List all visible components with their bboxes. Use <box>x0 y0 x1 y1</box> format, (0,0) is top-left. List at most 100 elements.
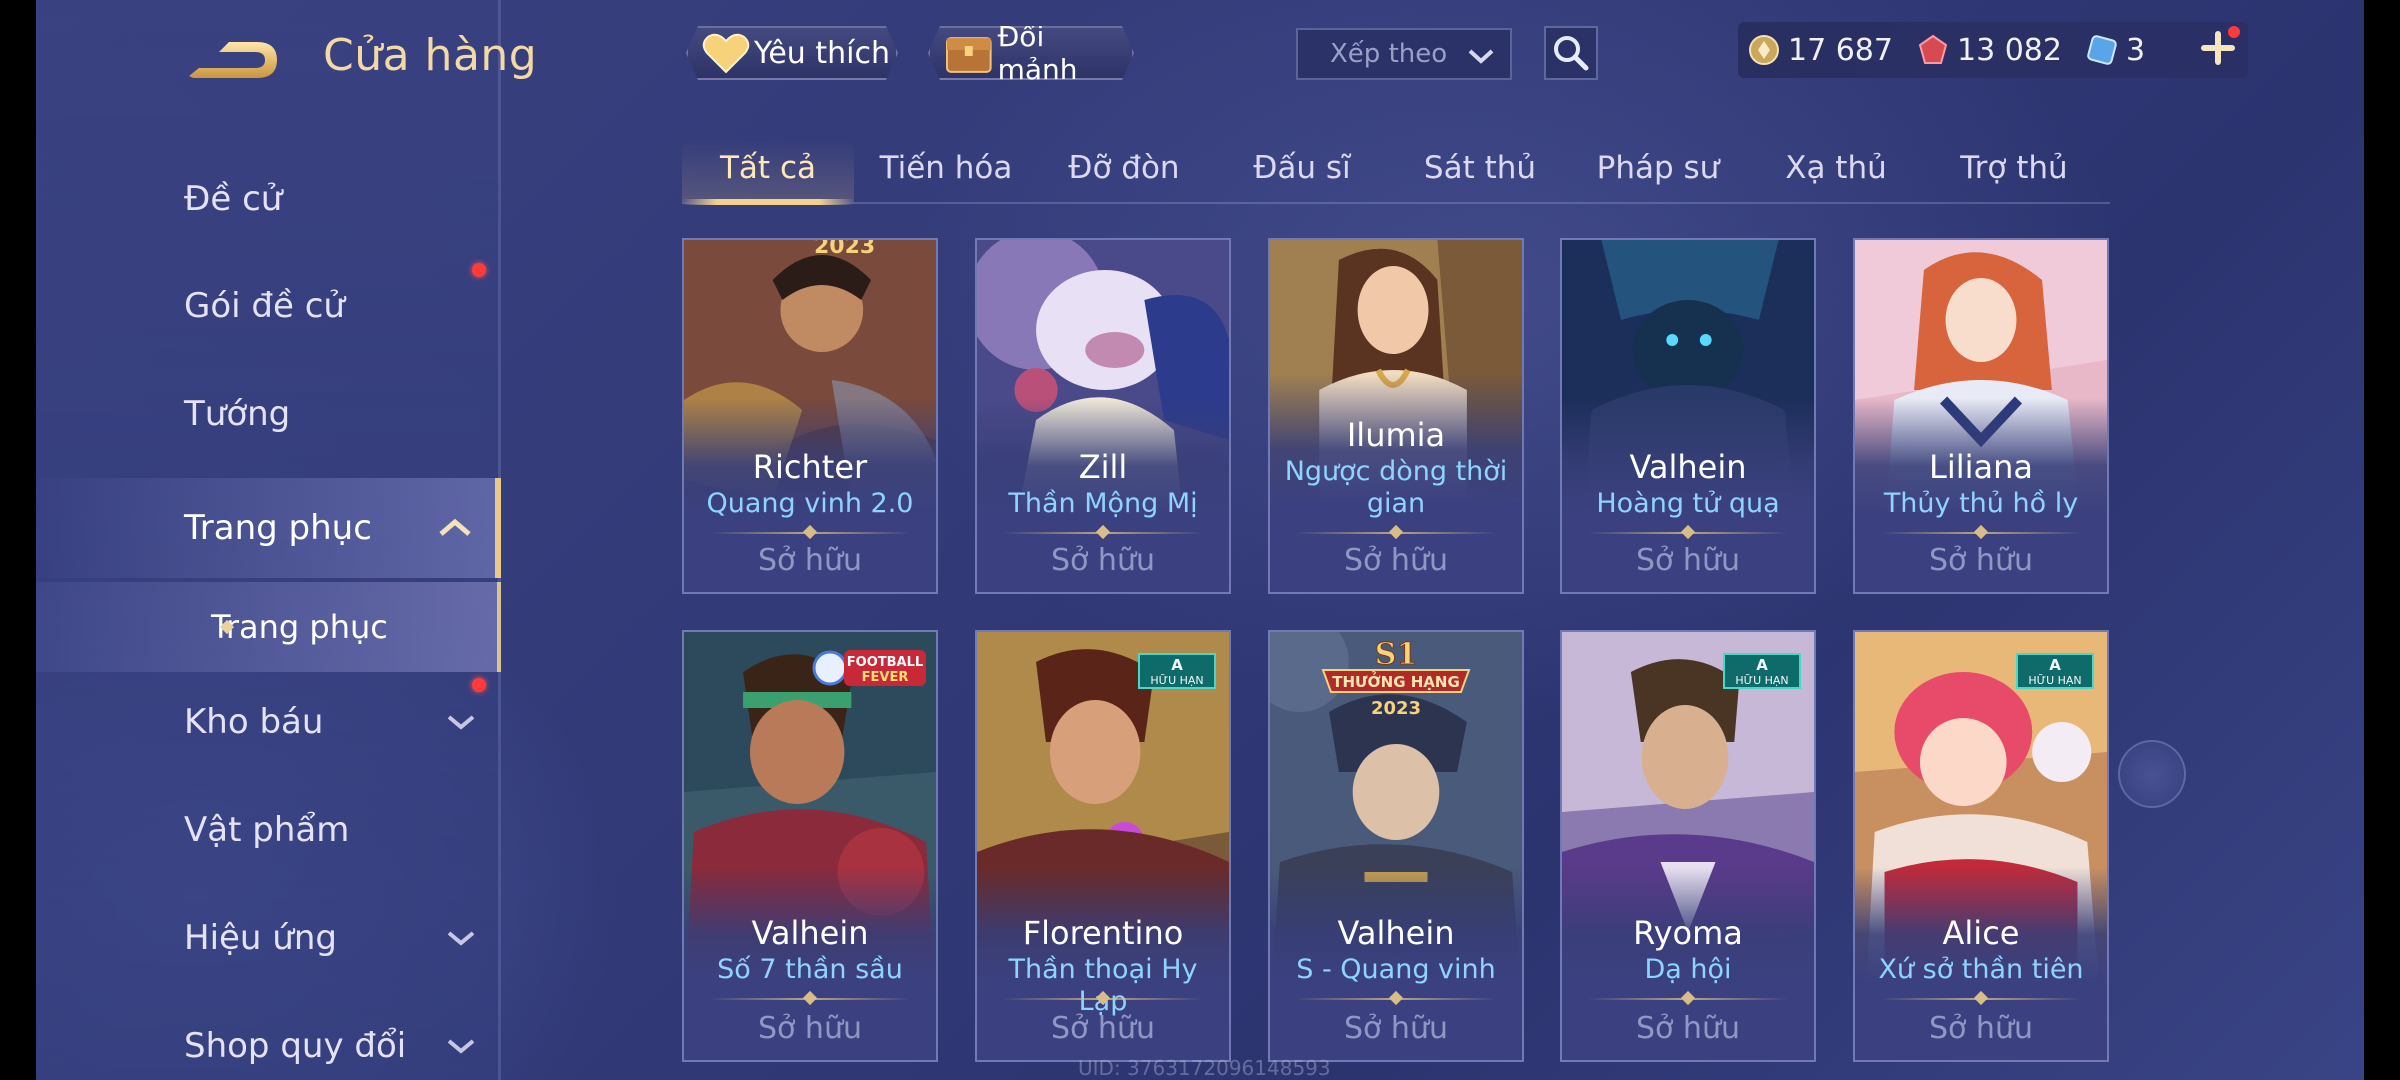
card-divider <box>1003 998 1203 1000</box>
skin-card[interactable]: A HỮU HẠN Alice Xứ sở thần tiên Sở hữu <box>1853 630 2109 1062</box>
badge-year: 2023 <box>1371 698 1421 719</box>
hero-name: Alice <box>1942 914 2020 952</box>
sidebar-item-skins[interactable]: Trang phục <box>36 478 501 578</box>
badge-letter: A <box>2049 656 2061 674</box>
skin-card[interactable]: Liliana Thủy thủ hồ ly Sở hữu <box>1853 238 2109 594</box>
chevron-down-icon <box>447 931 475 946</box>
search-button[interactable] <box>1544 26 1598 80</box>
back-arrow-icon <box>189 42 277 78</box>
exchange-label: Đổi mảnh <box>997 20 1078 86</box>
add-currency-button[interactable] <box>2196 26 2240 70</box>
tab-fighter[interactable]: Đấu sĩ <box>1216 140 1388 202</box>
owned-status: Sở hữu <box>1929 1011 2033 1046</box>
hero-name: Florentino <box>1022 914 1184 952</box>
tab-tank[interactable]: Đỡ đòn <box>1038 140 1210 202</box>
badge-letter: A <box>1171 656 1183 674</box>
owned-status: Sở hữu <box>758 1011 862 1046</box>
skin-card[interactable]: 2023 Richter Quang vinh 2.0 Sở hữu <box>682 238 938 594</box>
notification-dot <box>472 263 486 277</box>
active-tab-underline <box>682 199 854 205</box>
skin-card[interactable]: Zill Thần Mộng Mị Sở hữu <box>975 238 1231 594</box>
screen-edge-left <box>0 0 36 1080</box>
ticket-amount: 3 <box>2125 32 2146 68</box>
skin-card[interactable]: S1 THƯỞNG HẠNG 2023 Valhein S - Quang vi… <box>1268 630 1524 1062</box>
sort-placeholder: Xếp theo <box>1330 39 1448 69</box>
limited-badge: A HỮU HẠN <box>1138 653 1216 689</box>
gold-coin-icon <box>1749 35 1779 65</box>
floating-assist-button[interactable] <box>2118 740 2186 808</box>
search-icon <box>1554 36 1589 71</box>
owned-status: Sở hữu <box>1929 543 2033 578</box>
sidebar-item-label: Kho báu <box>184 702 324 742</box>
card-divider <box>1296 998 1496 1000</box>
skin-name: S - Quang vinh <box>1296 954 1496 985</box>
tab-marksman[interactable]: Xạ thủ <box>1750 140 1922 202</box>
heart-icon <box>702 32 750 74</box>
tab-mage[interactable]: Pháp sư <box>1572 140 1744 202</box>
skin-name: Số 7 thần sầu <box>717 954 903 985</box>
sidebar-item-recommended-packs[interactable]: Gói đề cử <box>36 262 501 350</box>
skin-card[interactable]: A HỮU HẠN Florentino Thần thoại Hy Lạp S… <box>975 630 1231 1062</box>
sidebar-item-treasure[interactable]: Kho báu <box>36 678 501 766</box>
tab-evolution[interactable]: Tiến hóa <box>860 140 1032 202</box>
sidebar-subitem-skins[interactable]: Trang phục <box>36 582 501 672</box>
skin-name: Xứ sở thần tiên <box>1878 954 2084 985</box>
chevron-down-icon <box>447 1039 475 1054</box>
currency-bar: 17 687 13 082 3 <box>1738 22 2248 78</box>
card-divider <box>1296 532 1496 534</box>
voucher-amount: 13 082 <box>1956 32 2062 68</box>
card-divider <box>1588 998 1788 1000</box>
hero-name: Richter <box>752 448 868 486</box>
badge-letter: A <box>1756 656 1768 674</box>
owned-status: Sở hữu <box>1051 543 1155 578</box>
sidebar-item-effects[interactable]: Hiệu ứng <box>36 894 501 982</box>
sidebar-item-exchange-shop[interactable]: Shop quy đổi <box>36 1002 501 1080</box>
sidebar-item-heroes[interactable]: Tướng <box>36 370 501 458</box>
sidebar-item-label: Đề cử <box>184 179 283 219</box>
skin-name: Ngược dòng thời gian <box>1284 456 1508 519</box>
owned-status: Sở hữu <box>1051 1011 1155 1046</box>
sort-dropdown[interactable]: Xếp theo <box>1296 28 1512 80</box>
football-fever-badge: FOOTBALL FEVER <box>812 650 926 686</box>
sidebar-item-label: Trang phục <box>211 608 388 646</box>
hero-name: Zill <box>1078 448 1128 486</box>
badge-text: HỮU HẠN <box>2028 674 2081 687</box>
tab-all[interactable]: Tất cả <box>682 140 854 202</box>
owned-status: Sở hữu <box>1636 1011 1740 1046</box>
chevron-up-icon <box>439 518 471 536</box>
user-id: UID: 3763172096148593 <box>1078 1056 1331 1080</box>
owned-status: Sở hữu <box>1344 543 1448 578</box>
hero-name: Ryoma <box>1633 914 1743 952</box>
screen-edge-right <box>2364 0 2400 1080</box>
limited-badge: A HỮU HẠN <box>1723 653 1801 689</box>
sidebar-item-label: Hiệu ứng <box>184 918 337 958</box>
skin-card[interactable]: Valhein Hoàng tử quạ Sở hữu <box>1560 238 1816 594</box>
tab-support[interactable]: Trợ thủ <box>1928 140 2100 202</box>
skin-name: Thần thoại Hy Lạp <box>1008 954 1198 1017</box>
hero-name: Ilumia <box>1346 416 1446 454</box>
hero-name: Valhein <box>1629 448 1747 486</box>
year-badge: 2023 <box>814 238 876 259</box>
hero-name: Liliana <box>1929 448 2033 486</box>
card-divider <box>1881 998 2081 1000</box>
ticket-currency: 3 <box>2086 33 2145 68</box>
exchange-fragments-button[interactable]: Đổi mảnh <box>928 26 1134 80</box>
skin-card[interactable]: A HỮU HẠN Ryoma Dạ hội Sở hữu <box>1560 630 1816 1062</box>
sidebar-item-recommended[interactable]: Đề cử <box>36 155 501 243</box>
sidebar-item-items[interactable]: Vật phẩm <box>36 786 501 874</box>
tab-assassin[interactable]: Sát thủ <box>1394 140 1566 202</box>
badge-line-1: FOOTBALL <box>847 655 923 670</box>
skin-name: Quang vinh 2.0 <box>706 488 914 519</box>
back-button[interactable] <box>185 32 281 88</box>
gold-currency: 17 687 <box>1748 33 1893 68</box>
sidebar-item-label: Vật phẩm <box>184 810 350 850</box>
chevron-down-icon <box>447 715 475 730</box>
hero-name: Valhein <box>751 914 869 952</box>
favorites-button[interactable]: Yêu thích <box>686 26 898 80</box>
skin-card[interactable]: Ilumia Ngược dòng thời gian Sở hữu <box>1268 238 1524 594</box>
skin-card[interactable]: FOOTBALL FEVER Valhein Số 7 thần sầu Sở … <box>682 630 938 1062</box>
red-gem-icon <box>1918 34 1948 64</box>
season-rank-badge: S1 THƯỞNG HẠNG 2023 <box>1321 637 1471 719</box>
voucher-currency: 13 082 <box>1917 33 2062 68</box>
sidebar-item-label: Shop quy đổi <box>184 1026 407 1066</box>
